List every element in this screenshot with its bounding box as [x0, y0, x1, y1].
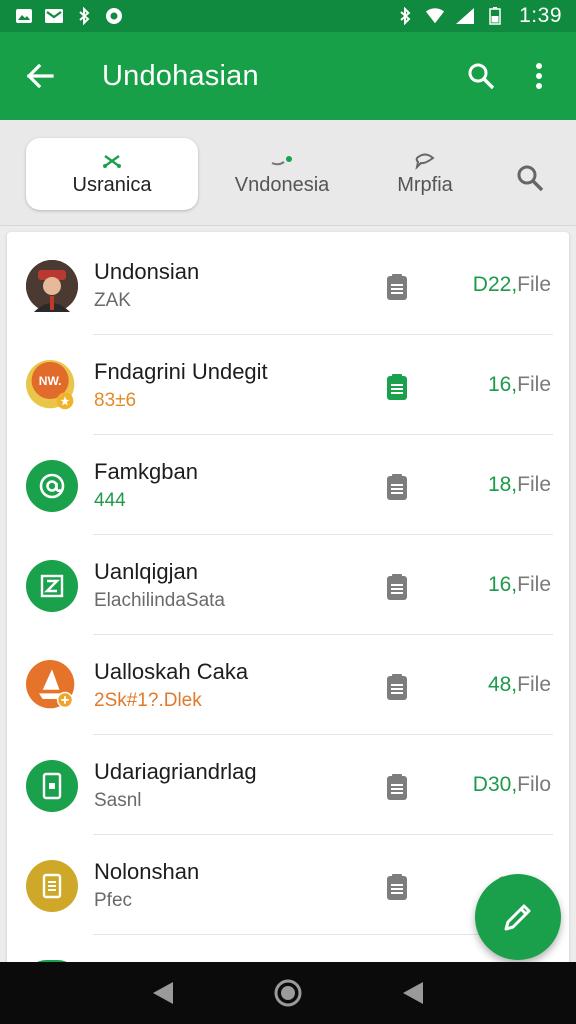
document-icon	[385, 773, 409, 801]
nav-recents-icon	[403, 982, 424, 1004]
list-item[interactable]: Ualloskah Caka 2Sk#1?.Dlek 48,File	[7, 635, 569, 735]
nav-recents-button[interactable]	[388, 968, 438, 1018]
compose-fab[interactable]	[475, 874, 561, 960]
more-vert-icon	[536, 63, 542, 89]
gmail-icon	[44, 7, 64, 25]
document-icon	[385, 573, 409, 601]
tab-mrpfia[interactable]: Mrpfia	[372, 138, 478, 210]
wifi-icon	[425, 7, 445, 25]
search-icon	[517, 165, 544, 192]
dot-icon	[270, 152, 294, 170]
item-count: 18,File	[487, 473, 551, 496]
item-subtitle: Sasnl	[94, 790, 142, 811]
item-count: D30,Filo	[472, 773, 551, 796]
search-button[interactable]	[452, 32, 510, 120]
list-item[interactable]: Undonsian ZAK D22,File	[7, 235, 569, 335]
sail-avatar	[26, 660, 78, 712]
document-icon	[385, 873, 409, 901]
chat-bubble-icon	[413, 152, 437, 170]
nav-back-button[interactable]	[138, 968, 188, 1018]
item-subtitle: Pfec	[94, 890, 133, 911]
tab-strip: Usranica Vndonesia Mrpfia	[0, 120, 576, 226]
tab-label: Vndonesia	[234, 173, 330, 196]
arrow-back-icon	[26, 63, 54, 89]
nav-back-icon	[152, 982, 173, 1004]
tab-usranica[interactable]: Usranica	[26, 138, 198, 210]
nav-home-icon	[274, 979, 302, 1007]
item-count: 16,File	[487, 573, 551, 596]
item-title: Ualloskah Caka	[94, 659, 249, 684]
item-title: Famkgban	[94, 459, 198, 484]
item-count: 48,File	[487, 673, 551, 696]
list-item[interactable]: NW. Fndagrini Undegit 83±6 16,File	[7, 335, 569, 435]
item-subtitle: ElachilindaSata	[94, 590, 225, 611]
document-icon	[385, 373, 409, 401]
item-count: D22,File	[472, 273, 551, 296]
item-subtitle: 444	[94, 490, 126, 511]
signal-icon	[455, 7, 475, 25]
scissors-icon	[102, 152, 122, 170]
document-icon	[385, 673, 409, 701]
list-item[interactable]: Famkgban 444 18,File	[7, 435, 569, 535]
z-avatar	[26, 560, 78, 612]
document-icon	[385, 473, 409, 501]
item-title: Fndagrini Undegit	[94, 359, 268, 384]
system-nav-bar	[0, 962, 576, 1024]
item-title: Udariagriandrlag	[94, 759, 257, 784]
tab-label: Usranica	[72, 173, 152, 196]
app-bar: Undohasian	[0, 32, 576, 120]
status-right-icons: 1:39	[395, 4, 562, 28]
tab-search-button[interactable]	[500, 152, 560, 204]
edit-pencil-icon	[504, 904, 531, 931]
item-subtitle: 2Sk#1?.Dlek	[94, 690, 202, 711]
nav-home-button[interactable]	[263, 968, 313, 1018]
more-options-button[interactable]	[510, 32, 568, 120]
tab-vndonesia[interactable]: Vndonesia	[212, 138, 352, 210]
doc-yellow-avatar	[26, 860, 78, 912]
photo-avatar	[26, 260, 78, 312]
app-title: Undohasian	[102, 59, 259, 92]
item-count: 16,File	[487, 373, 551, 396]
battery-icon	[485, 7, 505, 25]
item-subtitle: ZAK	[94, 290, 131, 311]
bluetooth-status-icon	[395, 7, 415, 25]
tab-label: Mrpfia	[397, 173, 453, 196]
status-left-icons	[14, 7, 124, 25]
doc-green-avatar	[26, 760, 78, 812]
gallery-icon	[14, 7, 34, 25]
at-sign-avatar	[26, 460, 78, 512]
svg-text:NW.: NW.	[39, 374, 62, 388]
orange-badge-avatar: NW.	[26, 360, 78, 412]
list-item[interactable]: Uanlqigjan ElachilindaSata 16,File	[7, 535, 569, 635]
item-title: Uanlqigjan	[94, 559, 198, 584]
item-title: Undonsian	[94, 259, 200, 284]
search-icon	[468, 63, 495, 90]
item-title: Nolonshan	[94, 859, 200, 884]
item-subtitle: 83±6	[94, 390, 137, 411]
back-button[interactable]	[0, 32, 80, 120]
status-time: 1:39	[519, 4, 562, 27]
status-bar: 1:39	[0, 0, 576, 32]
document-icon	[385, 273, 409, 301]
list-item[interactable]: Udariagriandrlag Sasnl D30,Filo	[7, 735, 569, 835]
camera-icon	[104, 7, 124, 25]
bluetooth-icon	[74, 7, 94, 25]
file-list: Undonsian ZAK D22,File NW. Fndagrini Und…	[7, 232, 569, 972]
